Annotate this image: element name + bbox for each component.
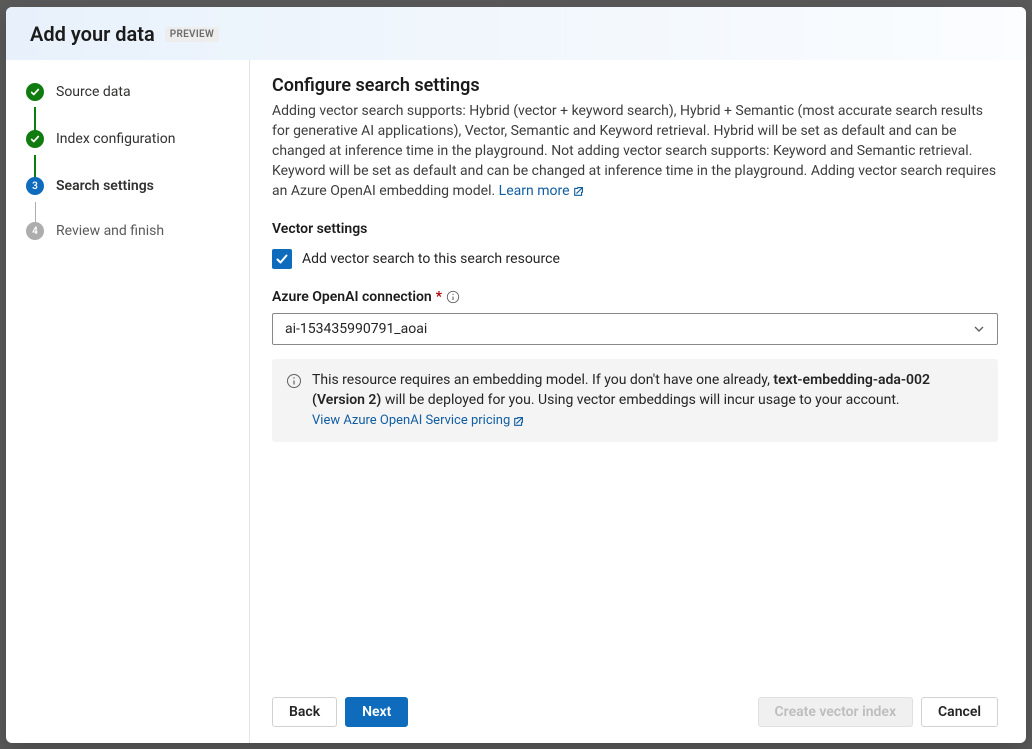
wizard-step-review-finish[interactable]: 4 Review and finish bbox=[26, 216, 233, 246]
step-number-icon: 3 bbox=[26, 177, 44, 195]
description-text: Adding vector search supports: Hybrid (v… bbox=[272, 103, 996, 199]
step-label: Source data bbox=[56, 84, 131, 100]
info-text-post: will be deployed for you. Using vector e… bbox=[381, 392, 899, 408]
page-title: Configure search settings bbox=[272, 75, 998, 96]
checkmark-icon bbox=[26, 130, 44, 148]
info-box-content: This resource requires an embedding mode… bbox=[312, 371, 982, 430]
section-description: Adding vector search supports: Hybrid (v… bbox=[272, 102, 998, 201]
external-link-icon bbox=[573, 185, 585, 197]
pricing-link-label: View Azure OpenAI Service pricing bbox=[312, 412, 510, 430]
info-icon bbox=[286, 373, 302, 389]
back-button[interactable]: Back bbox=[272, 697, 337, 727]
openai-connection-dropdown[interactable]: ai-153435990791_aoai bbox=[272, 313, 998, 345]
wizard-step-source-data[interactable]: Source data bbox=[26, 77, 233, 107]
step-label: Search settings bbox=[56, 178, 154, 194]
connection-label-text: Azure OpenAI connection bbox=[272, 289, 432, 305]
footer-right: Create vector index Cancel bbox=[758, 697, 998, 727]
add-vector-search-checkbox[interactable] bbox=[272, 249, 292, 269]
learn-more-link[interactable]: Learn more bbox=[499, 182, 585, 202]
cancel-button[interactable]: Cancel bbox=[921, 697, 998, 727]
content-scroll: Configure search settings Adding vector … bbox=[272, 75, 998, 681]
modal-footer: Back Next Create vector index Cancel bbox=[272, 681, 998, 727]
wizard-steps: Source data Index configuration 3 Search… bbox=[26, 77, 233, 246]
info-text-pre: This resource requires an embedding mode… bbox=[312, 372, 773, 388]
dropdown-value: ai-153435990791_aoai bbox=[285, 321, 427, 337]
next-button[interactable]: Next bbox=[345, 697, 408, 727]
required-asterisk: * bbox=[436, 289, 442, 305]
main-content: Configure search settings Adding vector … bbox=[250, 60, 1026, 743]
modal-body: Source data Index configuration 3 Search… bbox=[6, 60, 1026, 743]
checkmark-icon bbox=[275, 252, 289, 266]
learn-more-label: Learn more bbox=[499, 182, 570, 202]
checkbox-label: Add vector search to this search resourc… bbox=[302, 251, 560, 267]
modal-title: Add your data bbox=[30, 22, 155, 46]
wizard-step-index-configuration[interactable]: Index configuration bbox=[26, 124, 233, 154]
create-vector-index-button: Create vector index bbox=[758, 697, 914, 727]
step-label: Review and finish bbox=[56, 223, 164, 239]
connection-field-label: Azure OpenAI connection * bbox=[272, 289, 998, 305]
pricing-link[interactable]: View Azure OpenAI Service pricing bbox=[312, 412, 525, 430]
embedding-info-box: This resource requires an embedding mode… bbox=[272, 359, 998, 442]
chevron-down-icon bbox=[973, 323, 985, 335]
wizard-step-search-settings[interactable]: 3 Search settings bbox=[26, 171, 233, 201]
wizard-nav: Source data Index configuration 3 Search… bbox=[6, 60, 250, 743]
external-link-icon bbox=[513, 415, 525, 427]
add-vector-search-row: Add vector search to this search resourc… bbox=[272, 249, 998, 269]
step-number-icon: 4 bbox=[26, 222, 44, 240]
info-icon[interactable] bbox=[446, 290, 460, 304]
checkmark-icon bbox=[26, 83, 44, 101]
footer-left: Back Next bbox=[272, 697, 408, 727]
vector-settings-title: Vector settings bbox=[272, 221, 998, 237]
modal-header: Add your data PREVIEW bbox=[6, 7, 1026, 60]
preview-badge: PREVIEW bbox=[165, 27, 219, 42]
step-label: Index configuration bbox=[56, 131, 175, 147]
add-data-modal: Add your data PREVIEW Source data bbox=[6, 7, 1026, 743]
